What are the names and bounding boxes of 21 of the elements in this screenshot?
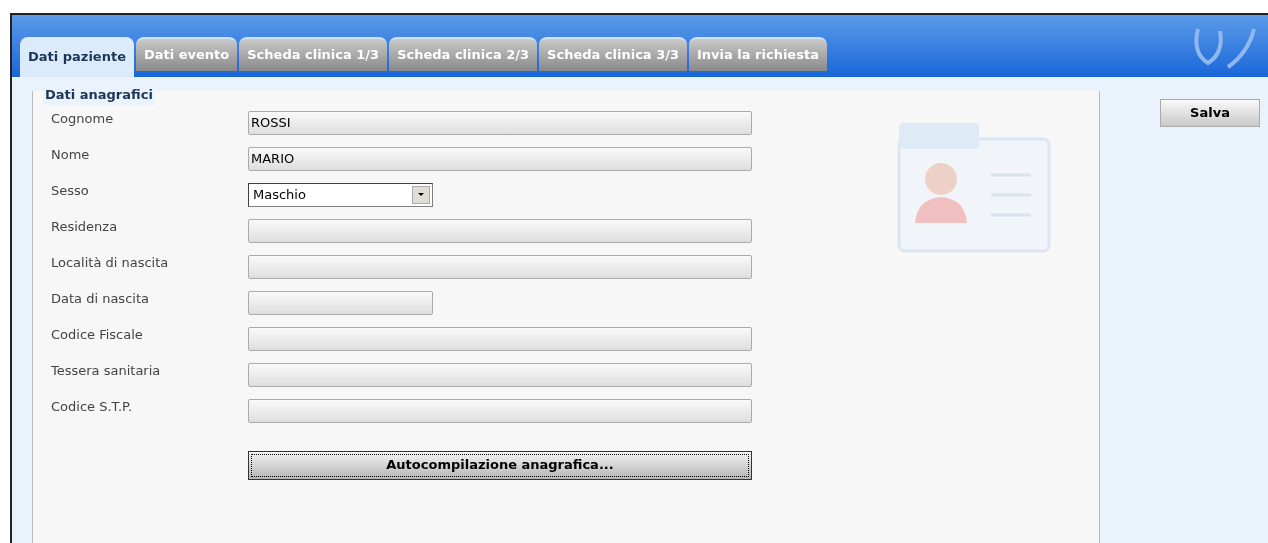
text-field[interactable] [248,254,752,279]
field-label: Residenza [51,217,119,236]
gender-select[interactable]: Maschio [248,182,433,207]
text-field[interactable] [248,398,752,423]
field-label: Nome [51,145,91,164]
text-field[interactable] [248,218,752,243]
autofill-button[interactable]: Autocompilazione anagrafica... [248,450,752,480]
field-label: Codice Fiscale [51,325,144,344]
text-field[interactable]: MARIO [248,146,752,171]
save-button[interactable]: Salva [1160,99,1260,127]
field-label: Data di nascita [51,289,150,308]
field-label: Località di nascita [51,253,170,272]
field-label: Tessera sanitaria [51,361,162,380]
text-field[interactable] [248,326,752,351]
field-label: Sesso [51,181,90,200]
tab[interactable]: Dati paziente [20,37,134,77]
field-label: Codice S.T.P. [51,397,134,416]
text-field[interactable]: ROSSI [248,110,752,135]
text-field[interactable] [248,290,433,315]
field-label: Cognome [51,109,115,128]
text-field[interactable] [248,362,752,387]
